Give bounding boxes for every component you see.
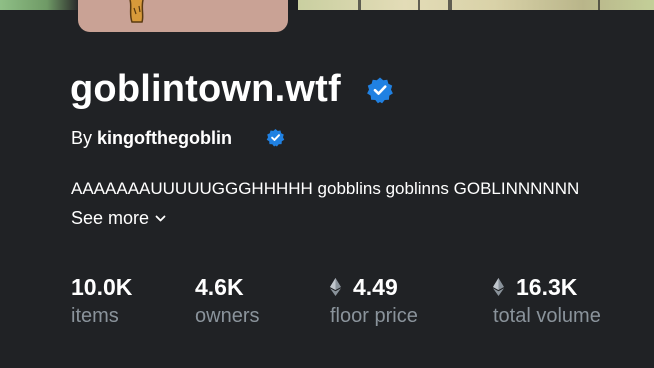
- stat-label: owners: [195, 305, 260, 327]
- stat-value: 4.49: [353, 274, 398, 300]
- collection-avatar[interactable]: [78, 0, 288, 32]
- collection-description: AAAAAAAUUUUUGGGHHHHH gobblins goblinns G…: [71, 179, 580, 198]
- stat-label: items: [71, 305, 119, 327]
- see-more-button[interactable]: See more: [71, 207, 167, 229]
- goblin-figure-icon: [129, 0, 144, 23]
- see-more-label: See more: [71, 208, 150, 228]
- chevron-down-icon: [155, 215, 166, 221]
- by-label: By: [71, 128, 93, 148]
- stat-total-volume[interactable]: 16.3K total volume: [493, 272, 601, 329]
- verified-badge-icon: [266, 129, 285, 147]
- stat-value: 10.0K: [71, 274, 133, 300]
- stat-label: floor price: [330, 305, 418, 327]
- banner-art-right: [298, 0, 654, 10]
- stat-label: total volume: [493, 305, 601, 327]
- banner-art-left: [0, 0, 78, 10]
- creator-link[interactable]: kingofthegoblin: [97, 128, 232, 148]
- stat-owners[interactable]: 4.6K owners: [195, 272, 259, 329]
- stat-value: 16.3K: [516, 274, 578, 300]
- verified-badge-icon: [367, 77, 393, 104]
- banner-divider: [288, 0, 298, 10]
- ethereum-icon: [493, 278, 504, 296]
- creator-row: By kingofthegoblin: [71, 126, 232, 150]
- ethereum-icon: [330, 278, 341, 296]
- stat-floor-price[interactable]: 4.49 floor price: [330, 272, 418, 329]
- stat-items[interactable]: 10.0K items: [71, 272, 132, 329]
- stat-value: 4.6K: [195, 274, 244, 300]
- collection-title: goblintown.wtf: [70, 68, 341, 110]
